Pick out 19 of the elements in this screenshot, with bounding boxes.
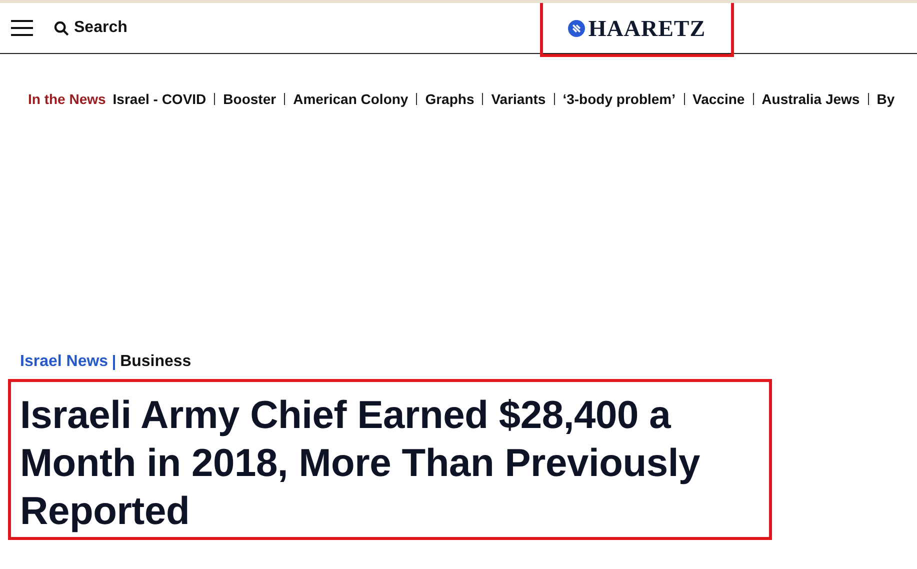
search-icon bbox=[53, 20, 70, 36]
breadcrumb-link[interactable]: Business bbox=[120, 353, 192, 371]
topic-link[interactable]: Graphs bbox=[425, 91, 474, 107]
menu-button[interactable] bbox=[11, 20, 33, 36]
topic-link[interactable]: By bbox=[876, 91, 895, 107]
topic-link[interactable]: Vaccine bbox=[692, 91, 745, 107]
headline: Israeli Army Chief Earned $28,400 a Month in 2018, More Than Previously Reported bbox=[20, 393, 701, 535]
topic-link[interactable]: Australia Jews bbox=[762, 91, 860, 107]
topic-link[interactable]: Booster bbox=[223, 91, 276, 107]
topic-link[interactable]: American Colony bbox=[293, 91, 408, 107]
topic-link[interactable]: ‘3-body problem’ bbox=[562, 91, 676, 107]
breadcrumb-link[interactable]: Israel News bbox=[20, 353, 108, 371]
topic-link[interactable]: Israel - COVID bbox=[112, 91, 206, 107]
logo-icon bbox=[568, 20, 586, 37]
search-button[interactable]: Search bbox=[53, 19, 128, 37]
topic-link[interactable]: Variants bbox=[491, 91, 546, 107]
section-label: In the News bbox=[28, 91, 106, 107]
logo[interactable]: HAARETZ bbox=[540, 3, 734, 57]
logo-text: HAARETZ bbox=[588, 16, 706, 42]
